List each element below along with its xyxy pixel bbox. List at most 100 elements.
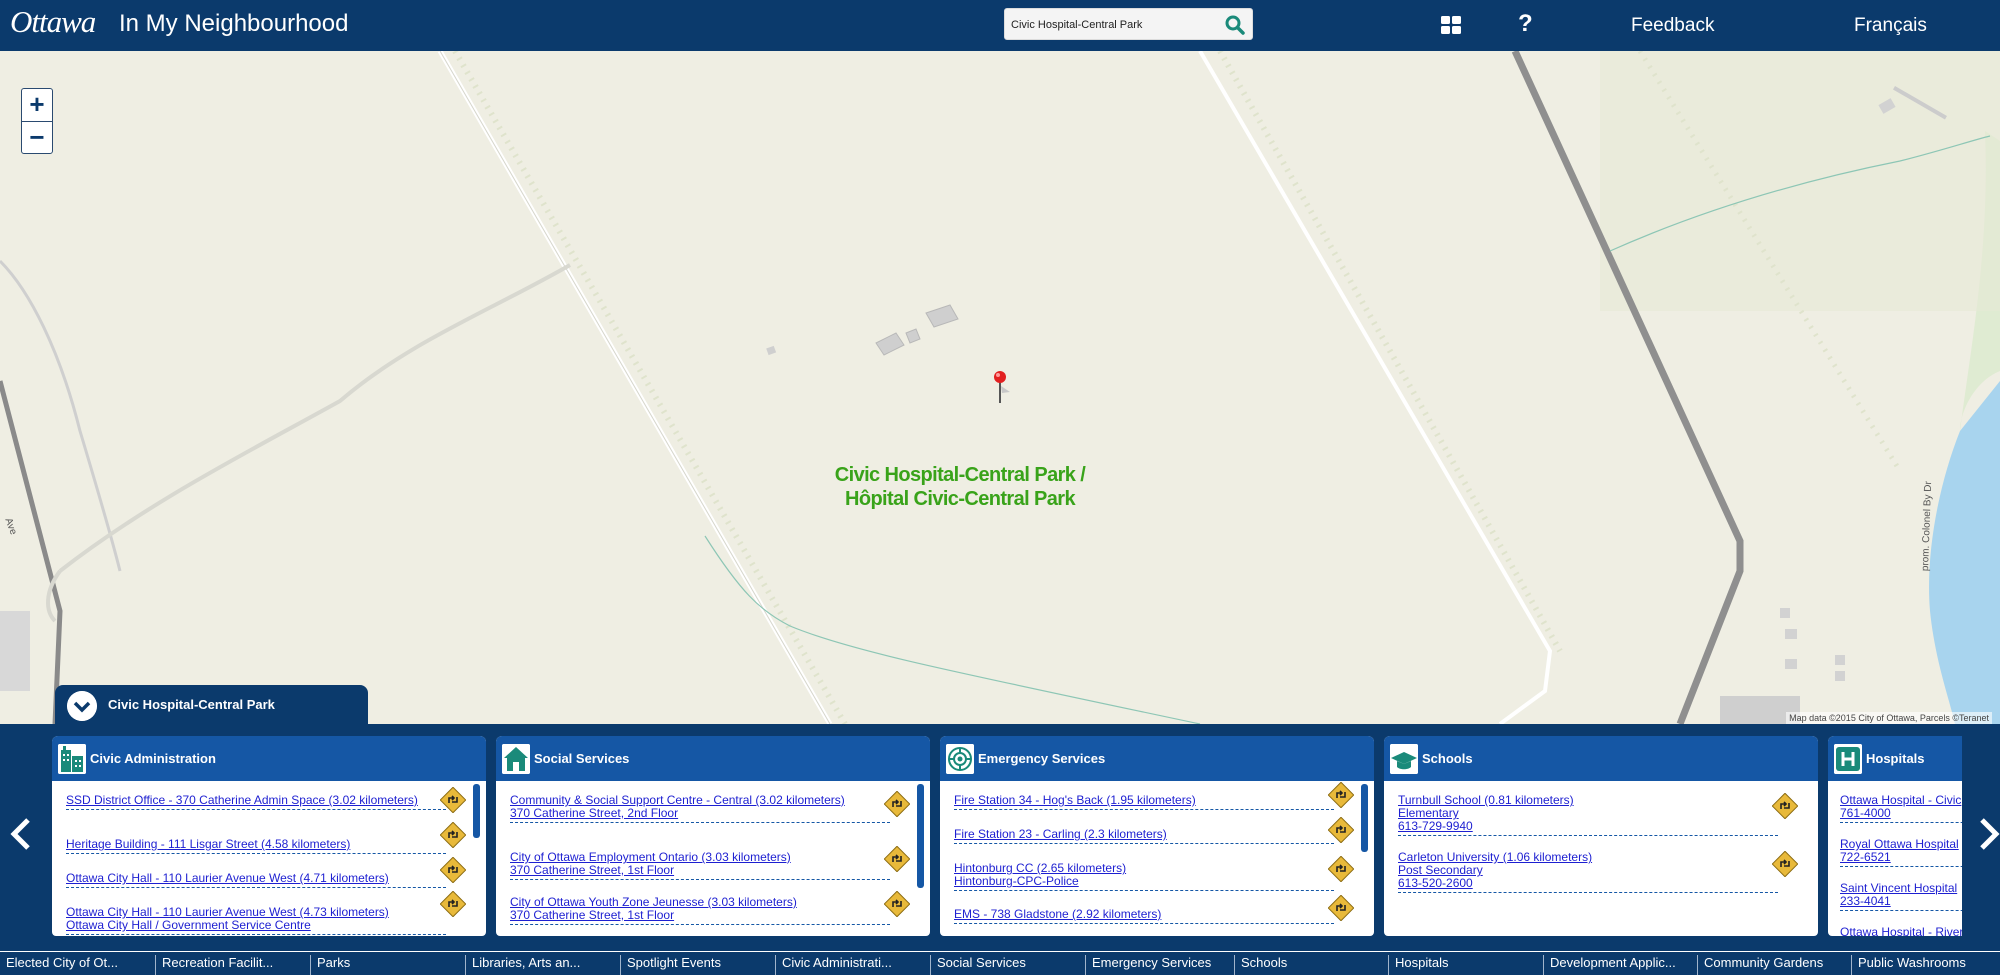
card-scrollbar[interactable] [1361, 784, 1368, 852]
list-item: EMS - 738 Gladstone (2.92 kilometers) [954, 908, 1334, 924]
zoom-out-button[interactable]: − [22, 121, 52, 153]
phone-number[interactable]: 613-520-2600 [1398, 877, 1778, 890]
tab-parks[interactable]: Parks [310, 955, 465, 975]
service-sub: 370 Catherine Street, 2nd Floor [510, 806, 679, 820]
card-header: Schools [1384, 736, 1818, 781]
app-title: In My Neighbourhood [119, 10, 349, 37]
card-title: Schools [1422, 751, 1473, 766]
tab-libraries-arts[interactable]: Libraries, Arts an... [465, 955, 620, 975]
card-emergency-services: Emergency Services Fire Station 34 - Hog… [940, 736, 1374, 936]
card-civic-administration: Civic Administration SSD District Office… [52, 736, 486, 936]
emergency-icon [946, 744, 974, 774]
card-list: Turnbull School (0.81 kilometers) Elemen… [1384, 781, 1818, 936]
tab-social-services[interactable]: Social Services [930, 955, 1085, 975]
card-scrollbar[interactable] [473, 784, 480, 838]
card-title: Hospitals [1866, 751, 1925, 766]
tab-emergency-services[interactable]: Emergency Services [1085, 955, 1240, 975]
park-map-label: Civic Hospital-Central Park / Hôpital Ci… [830, 463, 1090, 511]
card-list: Fire Station 34 - Hog's Back (1.95 kilom… [940, 781, 1374, 936]
directions-icon[interactable] [1328, 817, 1354, 843]
card-title: Social Services [534, 751, 630, 766]
service-sub: Hintonburg-CPC-Police [954, 874, 1079, 888]
directions-icon[interactable] [1328, 782, 1354, 808]
hospital-icon [1834, 744, 1862, 774]
service-link[interactable]: Fire Station 23 - Carling (2.3 kilometer… [954, 828, 1334, 841]
carousel-next-icon[interactable] [1974, 814, 2000, 854]
card-header: Hospitals [1828, 736, 1962, 781]
ottawa-logo[interactable]: Ottawa [10, 4, 96, 40]
search-input[interactable] [1011, 16, 1221, 34]
carousel-prev-icon[interactable] [6, 814, 36, 854]
tab-schools[interactable]: Schools [1234, 955, 1389, 975]
language-toggle-link[interactable]: Français [1854, 15, 1927, 37]
list-item: Ottawa City Hall - 110 Laurier Avenue We… [66, 872, 446, 888]
phone-number[interactable]: 613-729-9940 [1398, 820, 1778, 833]
directions-icon[interactable] [1328, 856, 1354, 882]
search-icon[interactable] [1224, 14, 1246, 36]
card-scrollbar[interactable] [917, 784, 924, 888]
list-item: Turnbull School (0.81 kilometers) Elemen… [1398, 794, 1778, 836]
directions-icon[interactable] [440, 857, 466, 883]
tab-public-washrooms[interactable]: Public Washrooms [1851, 955, 2000, 975]
tab-civic-administration[interactable]: Civic Administrati... [775, 955, 930, 975]
service-link[interactable]: Heritage Building - 111 Lisgar Street (4… [66, 838, 446, 851]
zoom-control: + − [21, 88, 53, 154]
directions-icon[interactable] [1772, 793, 1798, 819]
services-carousel: Civic Administration SSD District Office… [0, 724, 2000, 950]
phone-number[interactable]: 722-6521 [1840, 851, 1962, 864]
list-item: Heritage Building - 111 Lisgar Street (4… [66, 838, 446, 854]
card-header: Civic Administration [52, 736, 486, 781]
search-box [1004, 8, 1253, 40]
directions-icon[interactable] [440, 787, 466, 813]
chevron-down-icon[interactable] [67, 691, 97, 721]
service-link[interactable]: EMS - 738 Gladstone (2.92 kilometers) [954, 908, 1334, 921]
directions-icon[interactable] [440, 891, 466, 917]
directions-icon[interactable] [884, 791, 910, 817]
grid-menu-icon[interactable] [1440, 14, 1462, 36]
directions-icon[interactable] [884, 891, 910, 917]
tab-recreation-facilities[interactable]: Recreation Facilit... [155, 955, 310, 975]
service-link[interactable]: Ottawa City Hall - 110 Laurier Avenue We… [66, 872, 446, 885]
card-hospitals: Hospitals Ottawa Hospital - Civic 761-40… [1828, 736, 1962, 936]
service-link[interactable]: Fire Station 34 - Hog's Back (1.95 kilom… [954, 794, 1334, 807]
list-item: Saint Vincent Hospital 233-4041 [1840, 882, 1962, 911]
list-item: Hintonburg CC (2.65 kilometers) Hintonbu… [954, 862, 1334, 891]
phone-number[interactable]: 761-4000 [1840, 807, 1962, 820]
list-item: City of Ottawa Youth Zone Jeunesse (3.03… [510, 896, 890, 925]
tab-elected-officials[interactable]: Elected City of Ot... [0, 955, 155, 975]
directions-icon[interactable] [884, 846, 910, 872]
list-item: Fire Station 23 - Carling (2.3 kilometer… [954, 828, 1334, 844]
service-sub: 370 Catherine Street, 1st Floor [510, 863, 675, 877]
header-bar: Ottawa In My Neighbourhood ? Feedback Fr… [0, 0, 2000, 51]
map-view[interactable]: + − Civic Hospital-Central Park / Hôpita… [0, 51, 2000, 724]
service-sub: Ottawa City Hall / Government Service Ce… [66, 918, 311, 932]
list-item: Ottawa Hospital - Civic 761-4000 [1840, 794, 1962, 823]
list-item: Ottawa Hospital - Riverside [1840, 926, 1962, 937]
feedback-link[interactable]: Feedback [1631, 15, 1714, 37]
location-pin-icon[interactable] [990, 369, 1010, 405]
list-item: Community & Social Support Centre - Cent… [510, 794, 890, 823]
tab-hospitals[interactable]: Hospitals [1388, 955, 1543, 975]
list-item: Royal Ottawa Hospital 722-6521 [1840, 838, 1962, 867]
panel-collapse-tab[interactable]: Civic Hospital-Central Park [55, 685, 368, 725]
card-social-services: Social Services Community & Social Suppo… [496, 736, 930, 936]
directions-icon[interactable] [1772, 851, 1798, 877]
card-list: Community & Social Support Centre - Cent… [496, 781, 930, 936]
park-label-english: Civic Hospital-Central Park / [834, 464, 1086, 486]
directions-icon[interactable] [440, 822, 466, 848]
card-list: Ottawa Hospital - Civic 761-4000 Royal O… [1828, 781, 1962, 936]
list-item: SSD District Office - 370 Catherine Admi… [66, 794, 446, 810]
service-link[interactable]: Ottawa Hospital - Riverside [1840, 926, 1962, 937]
tab-community-gardens[interactable]: Community Gardens [1697, 955, 1852, 975]
tab-development-applications[interactable]: Development Applic... [1543, 955, 1698, 975]
help-button[interactable]: ? [1518, 10, 1533, 38]
map-attribution: Map data ©2015 City of Ottawa, Parcels ©… [1786, 712, 1992, 724]
directions-icon[interactable] [1328, 895, 1354, 921]
card-title: Civic Administration [90, 751, 216, 766]
tab-spotlight-events[interactable]: Spotlight Events [620, 955, 775, 975]
zoom-in-button[interactable]: + [22, 89, 52, 121]
park-label-french: Hôpital Civic-Central Park [844, 488, 1076, 510]
phone-number[interactable]: 233-4041 [1840, 895, 1962, 908]
card-header: Emergency Services [940, 736, 1374, 781]
service-link[interactable]: SSD District Office - 370 Catherine Admi… [66, 794, 446, 807]
